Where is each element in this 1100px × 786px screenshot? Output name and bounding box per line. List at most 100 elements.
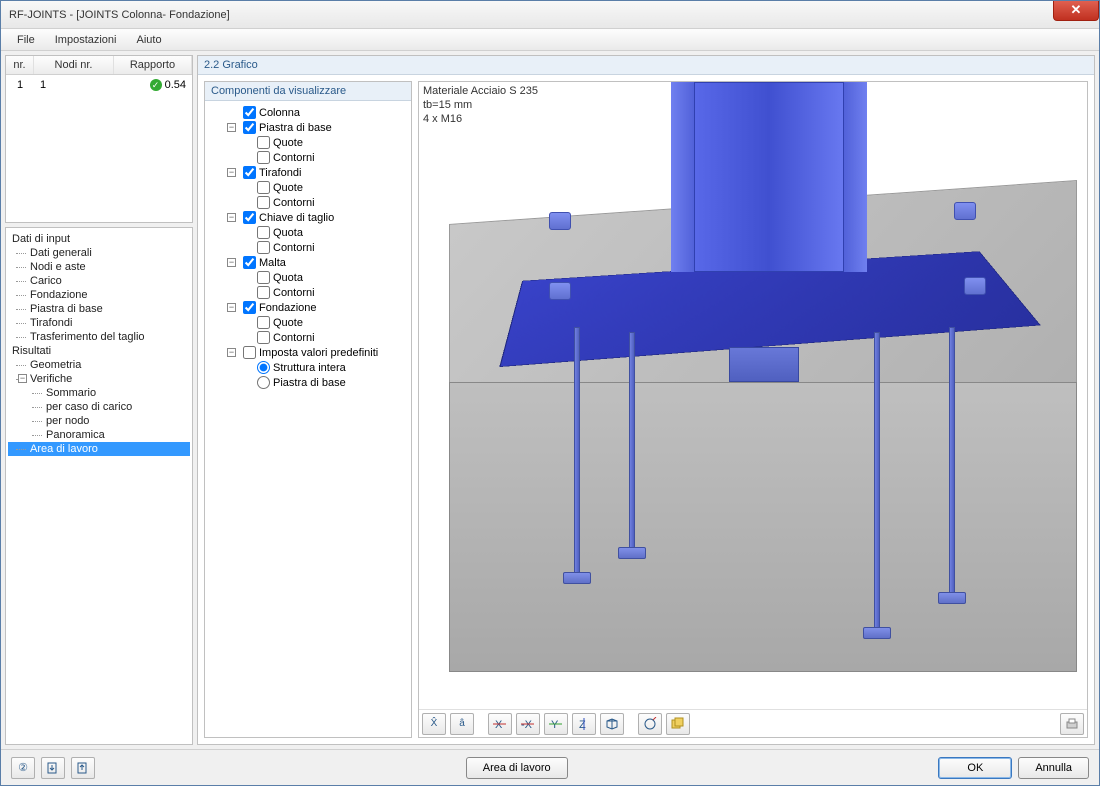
view-a-button[interactable]: â (450, 713, 474, 735)
tree-contorni[interactable]: Contorni (209, 150, 407, 165)
anchor-foot (618, 547, 646, 559)
view-copy-button[interactable] (666, 713, 690, 735)
radio[interactable] (257, 376, 270, 389)
nav-item[interactable]: Piastra di base (8, 302, 190, 316)
checkbox[interactable] (257, 151, 270, 164)
header-nodi[interactable]: Nodi nr. (34, 56, 114, 74)
view-tool-button[interactable] (638, 713, 662, 735)
checkbox[interactable] (257, 286, 270, 299)
view-xaxis-button[interactable]: X (488, 713, 512, 735)
tree-quote[interactable]: Quote (209, 315, 407, 330)
checkbox[interactable] (257, 196, 270, 209)
checkbox[interactable] (243, 166, 256, 179)
collapse-icon[interactable]: − (18, 374, 27, 383)
nav-geometria[interactable]: Geometria (8, 358, 190, 372)
cancel-button[interactable]: Annulla (1018, 757, 1089, 779)
ok-button[interactable]: OK (938, 757, 1012, 779)
menu-file[interactable]: File (9, 32, 43, 48)
nav-item[interactable]: Carico (8, 274, 190, 288)
checkbox[interactable] (257, 316, 270, 329)
anchor-rod (629, 332, 635, 552)
tree-contorni[interactable]: Contorni (209, 285, 407, 300)
tree-contorni[interactable]: Contorni (209, 195, 407, 210)
export-button[interactable] (71, 757, 95, 779)
checkbox[interactable] (257, 226, 270, 239)
tree-piastra-base[interactable]: Piastra di base (209, 375, 407, 390)
nav-results-root[interactable]: Risultati (8, 344, 190, 358)
checkbox[interactable] (257, 136, 270, 149)
help-button[interactable]: ② (11, 757, 35, 779)
checkbox[interactable] (243, 211, 256, 224)
nav-item[interactable]: Trasferimento del taglio (8, 330, 190, 344)
nav-item[interactable]: Fondazione (8, 288, 190, 302)
cell-rapporto: ✓ 0.54 (114, 77, 192, 93)
menu-help[interactable]: Aiuto (129, 32, 170, 48)
tree-imposta[interactable]: −Imposta valori predefiniti (209, 345, 407, 360)
tree-tirafondi[interactable]: −Tirafondi (209, 165, 407, 180)
checkbox[interactable] (243, 106, 256, 119)
tree-fondazione[interactable]: −Fondazione (209, 300, 407, 315)
collapse-icon[interactable]: − (227, 213, 236, 222)
collapse-icon[interactable]: − (227, 123, 236, 132)
tree-quota[interactable]: Quota (209, 270, 407, 285)
import-button[interactable] (41, 757, 65, 779)
view-iso-button[interactable] (600, 713, 624, 735)
checkbox[interactable] (257, 181, 270, 194)
close-button[interactable]: ✕ (1053, 1, 1099, 21)
nav-item[interactable]: Nodi e aste (8, 260, 190, 274)
tree-struttura[interactable]: Struttura intera (209, 360, 407, 375)
collapse-icon[interactable]: − (227, 258, 236, 267)
nav-item[interactable]: per nodo (8, 414, 190, 428)
print-button[interactable] (1060, 713, 1084, 735)
tree-contorni[interactable]: Contorni (209, 240, 407, 255)
checkbox[interactable] (243, 346, 256, 359)
checkbox[interactable] (257, 241, 270, 254)
tree-contorni[interactable]: Contorni (209, 330, 407, 345)
view-yaxis-button[interactable]: Y (544, 713, 568, 735)
results-grid[interactable]: nr. Nodi nr. Rapporto 1 1 ✓ 0.54 (5, 55, 193, 223)
checkbox[interactable] (243, 301, 256, 314)
area-lavoro-button[interactable]: Area di lavoro (466, 757, 568, 779)
view-negx-button[interactable]: -X (516, 713, 540, 735)
header-rapporto[interactable]: Rapporto (114, 56, 192, 74)
tree-quote[interactable]: Quote (209, 135, 407, 150)
collapse-icon[interactable]: − (227, 303, 236, 312)
navigation-tree[interactable]: Dati di input Dati generali Nodi e aste … (5, 227, 193, 745)
shear-key (729, 347, 799, 382)
header-nr[interactable]: nr. (6, 56, 34, 74)
tree-quote[interactable]: Quote (209, 180, 407, 195)
view-zaxis-button[interactable]: Z (572, 713, 596, 735)
3d-scene (419, 82, 1087, 709)
nav-item[interactable]: per caso di carico (8, 400, 190, 414)
table-row[interactable]: 1 1 ✓ 0.54 (6, 75, 192, 95)
radio[interactable] (257, 361, 270, 374)
checkbox[interactable] (257, 271, 270, 284)
nav-verifiche[interactable]: −Verifiche (8, 372, 190, 386)
view-x-button[interactable]: X̂ (422, 713, 446, 735)
tree-piastra[interactable]: −Piastra di base (209, 120, 407, 135)
collapse-icon[interactable]: − (227, 348, 236, 357)
panel-body: Componenti da visualizzare Colonna −Pias… (198, 75, 1094, 744)
app-window: RF-JOINTS - [JOINTS Colonna- Fondazione]… (0, 0, 1100, 786)
nav-item[interactable]: Sommario (8, 386, 190, 400)
tree-malta[interactable]: −Malta (209, 255, 407, 270)
menu-settings[interactable]: Impostazioni (47, 32, 125, 48)
tree-colonna[interactable]: Colonna (209, 105, 407, 120)
tree-chiave[interactable]: −Chiave di taglio (209, 210, 407, 225)
checkbox[interactable] (243, 121, 256, 134)
svg-text:-X: -X (521, 719, 533, 731)
nav-item[interactable]: Dati generali (8, 246, 190, 260)
bolt (549, 282, 571, 300)
nav-input-root[interactable]: Dati di input (8, 232, 190, 246)
left-panel: nr. Nodi nr. Rapporto 1 1 ✓ 0.54 Dati di… (5, 55, 193, 745)
3d-view[interactable]: Materiale Acciaio S 235 tb=15 mm 4 x M16 (419, 82, 1087, 709)
checkbox[interactable] (257, 331, 270, 344)
collapse-icon[interactable]: − (227, 168, 236, 177)
components-tree[interactable]: Colonna −Piastra di base Quote Contorni … (205, 101, 411, 737)
nav-area-lavoro[interactable]: Area di lavoro (8, 442, 190, 456)
tree-quota[interactable]: Quota (209, 225, 407, 240)
panel-title: 2.2 Grafico (198, 56, 1094, 75)
nav-item[interactable]: Panoramica (8, 428, 190, 442)
nav-item[interactable]: Tirafondi (8, 316, 190, 330)
checkbox[interactable] (243, 256, 256, 269)
